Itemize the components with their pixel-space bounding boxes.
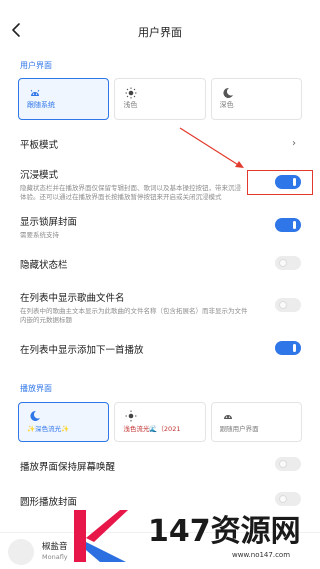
toggle-knob xyxy=(279,494,287,503)
song-title: 椒盐音 xyxy=(42,542,68,552)
android-icon xyxy=(223,415,232,419)
playback-style-selector: ✨深色流光✨ 浅色流光🌊（2021 跟随用户界面 xyxy=(18,402,302,442)
show-filename-toggle[interactable] xyxy=(275,298,301,312)
moon-icon xyxy=(30,410,40,421)
keep-screen-on-title: 播放界面保持屏幕唤醒 xyxy=(20,462,116,473)
show-add-next-toggle[interactable] xyxy=(275,341,301,355)
toggle-knob xyxy=(279,258,287,267)
show-filename-desc-1: 在列表中的歌曲主文本显示为此歌曲的文件名称（包含拓展名）而非显示为文件 xyxy=(20,307,248,315)
toggle-knob xyxy=(279,300,287,309)
playback-style-light-flow[interactable]: 浅色流光🌊（2021 xyxy=(114,402,206,442)
watermark-logo xyxy=(74,510,128,562)
theme-card-light[interactable]: 浅色 xyxy=(114,78,206,120)
theme-label: 深色 xyxy=(219,101,234,109)
hide-statusbar-row[interactable]: 隐藏状态栏 xyxy=(20,257,302,271)
immersive-mode-desc-1: 隐藏状态栏并在播放界面仅保留专辑封面、歌词以及基本操控按钮，带来沉浸 xyxy=(20,184,241,192)
playback-style-dark-flow[interactable]: ✨深色流光✨ xyxy=(18,402,110,442)
keep-screen-on-toggle[interactable] xyxy=(275,457,301,471)
show-add-next-row[interactable]: 在列表中显示添加下一首播放 xyxy=(20,342,302,356)
theme-label: 跟随系统 xyxy=(27,101,55,109)
toggle-knob xyxy=(279,459,287,468)
keep-screen-on-row[interactable]: 播放界面保持屏幕唤醒 xyxy=(20,459,302,473)
album-cover xyxy=(8,539,34,565)
playback-style-label: 浅色流光🌊（2021 xyxy=(123,425,181,433)
section-label-playback-ui: 播放界面 xyxy=(20,384,52,393)
annotation-highlight-box xyxy=(247,170,313,195)
round-cover-toggle[interactable] xyxy=(275,492,301,506)
show-filename-desc-2: 内嵌的元数据标题 xyxy=(20,316,72,324)
lockscreen-cover-title: 显示锁屏封面 xyxy=(20,217,78,228)
song-artist: Monafly xyxy=(42,553,68,561)
toggle-knob xyxy=(293,344,296,352)
hide-statusbar-title: 隐藏状态栏 xyxy=(20,260,68,271)
lockscreen-cover-toggle[interactable] xyxy=(275,218,301,232)
watermark-brand: 147资源网 xyxy=(148,514,301,549)
theme-label: 浅色 xyxy=(123,101,138,109)
sun-icon xyxy=(125,410,137,422)
sun-icon xyxy=(125,87,137,99)
hide-statusbar-toggle[interactable] xyxy=(275,256,301,270)
playback-style-follow-user-ui[interactable]: 跟随用户界面 xyxy=(210,402,302,442)
tablet-mode-row[interactable]: 平板模式 › xyxy=(20,137,302,151)
chevron-right-icon: › xyxy=(292,138,296,149)
watermark-url: www.no147.com xyxy=(232,551,291,559)
top-bar: 用户界面 xyxy=(0,0,320,56)
section-label-user-ui: 用户界面 xyxy=(20,61,52,70)
lockscreen-cover-row[interactable]: 显示锁屏封面 需要系统支持 xyxy=(20,214,302,240)
show-add-next-title: 在列表中显示添加下一首播放 xyxy=(20,345,144,356)
android-icon xyxy=(30,89,40,96)
playback-style-label: ✨深色流光✨ xyxy=(27,425,70,433)
theme-card-dark[interactable]: 深色 xyxy=(210,78,302,120)
page-title: 用户界面 xyxy=(138,26,182,39)
theme-card-follow-system[interactable]: 跟随系统 xyxy=(18,78,110,120)
toggle-knob xyxy=(293,221,296,229)
show-filename-row[interactable]: 在列表中显示歌曲文件名 在列表中的歌曲主文本显示为此歌曲的文件名称（包含拓展名）… xyxy=(20,290,302,326)
lockscreen-cover-desc: 需要系统支持 xyxy=(20,231,59,239)
theme-selector: 跟随系统 浅色 深色 xyxy=(18,78,302,120)
moon-icon xyxy=(223,87,233,98)
playback-style-label: 跟随用户界面 xyxy=(219,425,259,433)
tablet-mode-title: 平板模式 xyxy=(20,140,59,151)
show-filename-title: 在列表中显示歌曲文件名 xyxy=(20,293,125,304)
